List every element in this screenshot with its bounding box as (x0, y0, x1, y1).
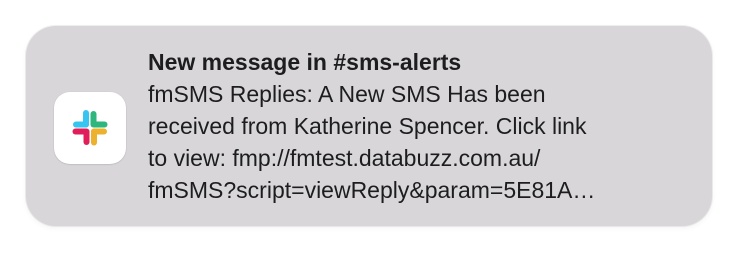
notification-body-line: fmSMS?script=viewReply&param=5E81A… (148, 177, 596, 203)
notification-body-line: fmSMS Replies: A New SMS Has been (148, 81, 546, 107)
notification-title: New message in #sms-alerts (148, 49, 462, 75)
notification-body-line: received from Katherine Spencer. Click l… (148, 113, 587, 139)
notification-banner[interactable]: New message in #sms-alerts fmSMS Replies… (26, 26, 712, 226)
slack-logo-icon (72, 110, 108, 146)
notification-body-line: to view: fmp://fmtest.databuzz.com.au/ (148, 145, 541, 171)
slack-app-icon (54, 92, 126, 164)
notification-content: New message in #sms-alerts fmSMS Replies… (148, 46, 688, 206)
notification-body: fmSMS Replies: A New SMS Has been receiv… (148, 78, 688, 206)
